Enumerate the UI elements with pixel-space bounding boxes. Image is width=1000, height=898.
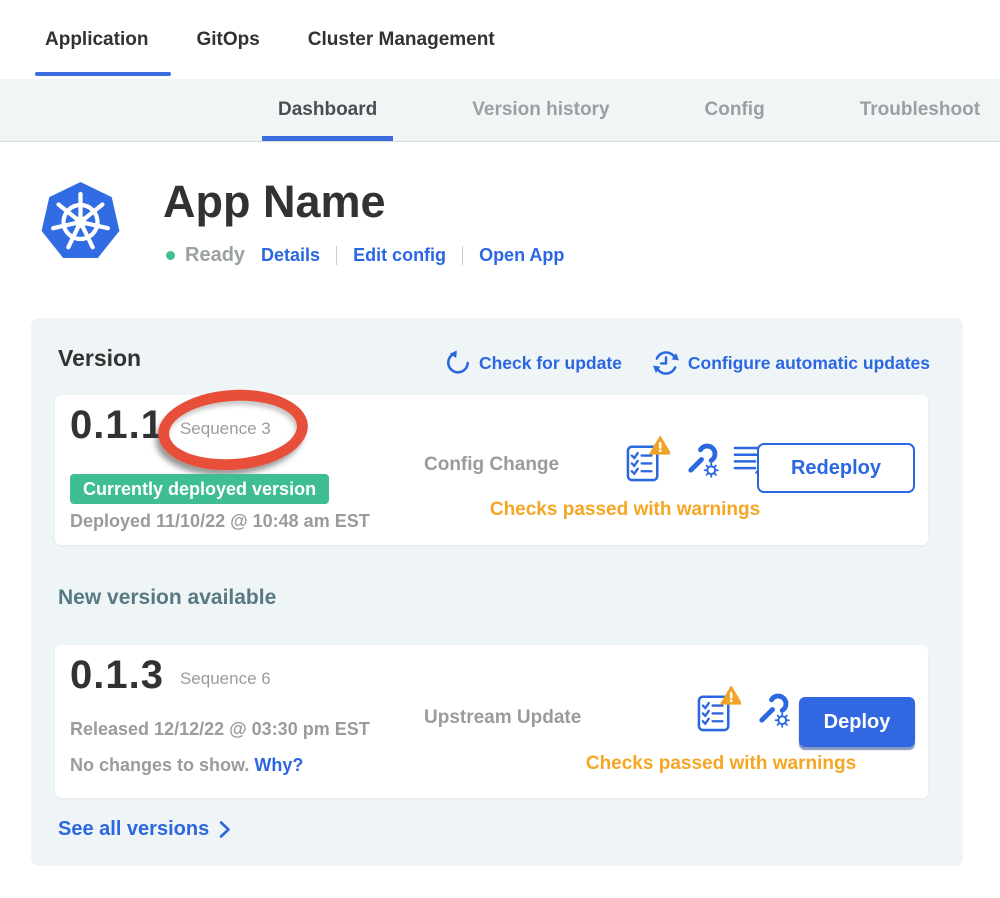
redeploy-button[interactable]: Redeploy — [757, 443, 915, 493]
check-for-update-button[interactable]: Check for update — [445, 350, 622, 376]
tab-dashboard[interactable]: Dashboard — [278, 79, 377, 141]
secondary-nav: Dashboard Version history Config Trouble… — [0, 79, 1000, 142]
deploy-button[interactable]: Deploy — [799, 697, 915, 747]
current-version-sequence: Sequence 3 — [180, 419, 271, 439]
refresh-icon — [445, 350, 471, 376]
tab-application[interactable]: Application — [45, 0, 148, 79]
status-ready-dot-icon — [166, 251, 175, 260]
preflight-checks-icon[interactable] — [625, 435, 670, 484]
check-for-update-label: Check for update — [479, 353, 622, 374]
open-app-link[interactable]: Open App — [479, 245, 564, 266]
deployed-timestamp: Deployed 11/10/22 @ 10:48 am EST — [70, 511, 370, 532]
checks-status-text: Checks passed with warnings — [485, 499, 765, 521]
available-version-sequence: Sequence 6 — [180, 669, 271, 689]
separator — [336, 246, 337, 265]
primary-nav: Application GitOps Cluster Management — [0, 0, 1000, 79]
admin-console-window: Application GitOps Cluster Management Da… — [0, 0, 1000, 898]
separator — [462, 246, 463, 265]
available-version-number: 0.1.3 — [70, 653, 164, 698]
tab-troubleshoot[interactable]: Troubleshoot — [860, 79, 980, 141]
version-source-label: Config Change — [424, 454, 559, 476]
no-changes-label: No changes to show. — [70, 755, 249, 775]
app-status-row: Ready Details Edit config Open App — [166, 244, 564, 267]
available-version-line: 0.1.3 Sequence 6 — [70, 653, 271, 698]
version-panel: Version Check for update — [31, 318, 963, 866]
wrench-gear-icon[interactable] — [754, 691, 791, 728]
tab-gitops[interactable]: GitOps — [196, 0, 259, 79]
current-version-card: 0.1.1 Sequence 3 Currently deployed vers… — [55, 395, 928, 545]
page-title: App Name — [163, 176, 386, 228]
edit-config-link[interactable]: Edit config — [353, 245, 446, 266]
available-version-card: 0.1.3 Sequence 6 Released 12/12/22 @ 03:… — [55, 645, 928, 798]
details-link[interactable]: Details — [261, 245, 320, 266]
available-version-icons — [696, 685, 791, 734]
no-changes-text: No changes to show. Why? — [70, 755, 303, 776]
see-all-versions-link[interactable]: See all versions — [58, 818, 231, 841]
checks-status-text: Checks passed with warnings — [581, 753, 861, 775]
chevron-right-icon — [218, 820, 231, 839]
configure-automatic-updates-label: Configure automatic updates — [688, 353, 930, 374]
new-version-heading: New version available — [58, 586, 276, 610]
wrench-gear-icon[interactable] — [683, 441, 720, 478]
version-source-label: Upstream Update — [424, 707, 581, 729]
current-version-number: 0.1.1 — [70, 403, 164, 448]
status-text: Ready — [185, 244, 245, 267]
kubernetes-helm-icon — [38, 179, 123, 265]
preflight-checks-icon[interactable] — [696, 685, 741, 734]
configure-automatic-updates-button[interactable]: Configure automatic updates — [652, 349, 930, 377]
tab-cluster-management[interactable]: Cluster Management — [308, 0, 495, 79]
currently-deployed-badge: Currently deployed version — [70, 474, 329, 504]
current-version-line: 0.1.1 Sequence 3 — [70, 403, 271, 448]
clock-refresh-icon — [652, 349, 680, 377]
tab-version-history[interactable]: Version history — [472, 79, 609, 141]
version-panel-title: Version — [58, 345, 141, 372]
version-panel-actions: Check for update Configure automatic upd… — [445, 349, 930, 377]
tab-config[interactable]: Config — [705, 79, 765, 141]
see-all-versions-label: See all versions — [58, 818, 209, 841]
released-timestamp: Released 12/12/22 @ 03:30 pm EST — [70, 719, 370, 740]
why-link[interactable]: Why? — [254, 755, 303, 775]
